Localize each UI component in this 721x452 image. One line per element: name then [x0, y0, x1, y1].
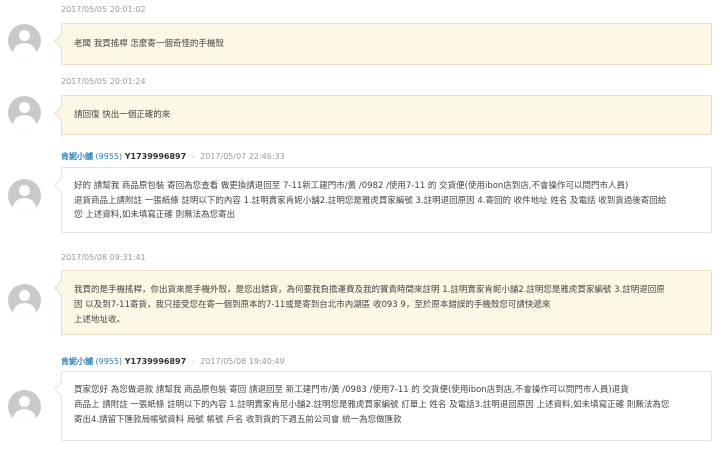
buyer-avatar — [8, 96, 41, 129]
message-line: 商品上 請附註 一張紙條 註明以下的內容 1.註明賣家肯尼小舖2.註明您是雅虎買… — [74, 400, 670, 411]
message-text: 請回復 快出一個正確的來 — [74, 110, 171, 120]
message-line: 寄出4.請留下匯款局帳號資料 局號 帳號 戶名 收到貨的下週五前公司會 統一為您… — [74, 415, 402, 426]
buyer-avatar — [8, 24, 41, 57]
message-timestamp: 2017/05/05 20:01:24 — [61, 77, 146, 86]
message-bubble: 好的 請幫我 商品原包裝 寄回為您查看 做更換請退回至 7-11新工建門市/黃 … — [61, 167, 712, 233]
message-timestamp: 2017/05/08 09:31:41 — [61, 253, 146, 262]
seller-rating-count[interactable]: (9955) — [96, 357, 123, 366]
message-bubble: 我買的是手機搖桿，你出貨來是手機外殼，是您出錯貨，為何要我負擔運費及我的寶貴時間… — [61, 270, 712, 335]
seller-avatar — [8, 390, 41, 423]
message-bubble: 買家您好 為您做退款 請幫我 商品原包裝 寄回 請退回至 新工建門市/黃 /09… — [61, 371, 712, 441]
message-timestamp: 2017/05/07 22:46:33 — [200, 152, 285, 161]
message-timestamp: 2017/05/08 19:40:49 — [200, 357, 285, 366]
message-header: 肯妮小舖 (9955) Y1739996897 - 2017/05/08 19:… — [61, 356, 285, 367]
separator: - — [191, 357, 195, 366]
message-timestamp: 2017/05/05 20:01:02 — [61, 5, 146, 14]
message-bubble: 老闆 我買搖桿 怎麼寄一個奇怪的手機殼 — [61, 23, 712, 65]
message-line: 上述地址收。 — [74, 315, 126, 326]
seller-avatar — [8, 179, 41, 212]
seller-name-link[interactable]: 肯妮小舖 — [61, 357, 93, 366]
separator: - — [191, 152, 195, 161]
seller-name-link[interactable]: 肯妮小舖 — [61, 152, 93, 161]
message-line: 好的 請幫我 商品原包裝 寄回為您查看 做更換請退回至 7-11新工建門市/黃 … — [74, 181, 629, 191]
message-line: 退貨商品上請附註 一張紙條 註明以下的內容 1.註明賣家肯妮小舖2.註明您是雅虎… — [74, 195, 667, 206]
seller-id: Y1739996897 — [124, 357, 187, 366]
seller-rating-count[interactable]: (9955) — [96, 152, 123, 161]
message-line: 我買的是手機搖桿，你出貨來是手機外殼，是您出錯貨，為何要我負擔運費及我的寶貴時間… — [74, 285, 665, 295]
buyer-avatar — [8, 284, 41, 317]
message-header: 肯妮小舖 (9955) Y1739996897 - 2017/05/07 22:… — [61, 151, 285, 162]
message-bubble: 請回復 快出一個正確的來 — [61, 95, 712, 135]
message-line: 因 以及到7-11寄貨，我只接受您在寄一個到原本的7-11或是寄到台北市內湖區 … — [74, 300, 551, 311]
seller-id: Y1739996897 — [124, 152, 187, 161]
message-text: 老闆 我買搖桿 怎麼寄一個奇怪的手機殼 — [74, 39, 224, 49]
message-line: 您 上述資料,如未填寫正確 則無法為您寄出 — [74, 210, 236, 221]
message-line: 買家您好 為您做退款 請幫我 商品原包裝 寄回 請退回至 新工建門市/黃 /09… — [74, 385, 629, 395]
